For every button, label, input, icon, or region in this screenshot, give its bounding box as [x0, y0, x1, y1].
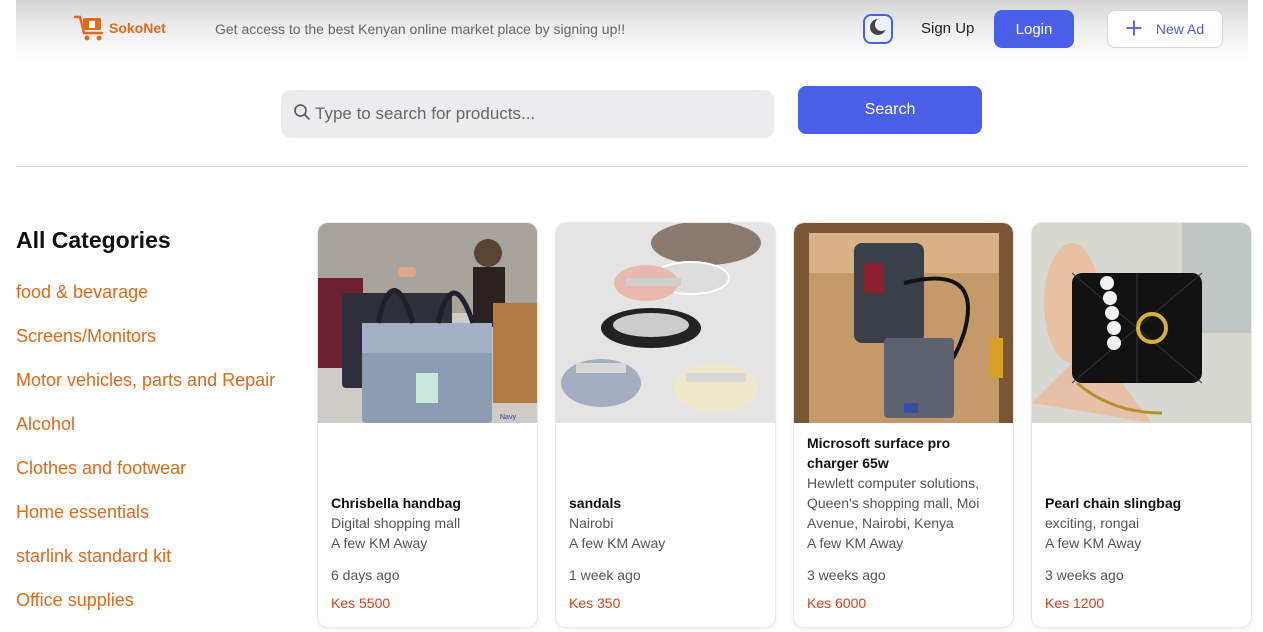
category-item[interactable]: Office supplies	[16, 590, 275, 632]
logo[interactable]: SokoNet	[73, 14, 166, 42]
category-item[interactable]: starlink standard kit	[16, 546, 275, 590]
product-location: exciting, rongai	[1045, 515, 1140, 531]
product-distance: A few KM Away	[1045, 535, 1142, 551]
product-location: Nairobi	[569, 515, 614, 531]
product-location: Hewlett computer solutions, Queen's shop…	[807, 475, 980, 531]
shopping-cart-icon	[73, 14, 108, 42]
category-list: food & bevarage Screens/Monitors Motor v…	[16, 282, 275, 632]
product-age: 1 week ago	[569, 567, 641, 583]
product-card[interactable]: sandals Nairobi A few KM Away 1 week ago…	[556, 223, 775, 627]
category-item[interactable]: Motor vehicles, parts and Repair	[16, 370, 275, 414]
image-caption: Navy	[500, 414, 516, 421]
top-header: SokoNet Get access to the best Kenyan on…	[16, 0, 1248, 60]
category-item[interactable]: Clothes and footwear	[16, 458, 275, 502]
product-name: sandals	[569, 495, 622, 511]
product-info: Chrisbella handbag Digital shopping mall…	[331, 493, 527, 613]
categories-title: All Categories	[16, 227, 171, 253]
plus-icon	[1125, 19, 1142, 39]
search-icon	[293, 103, 311, 126]
category-item[interactable]: Alcohol	[16, 414, 275, 458]
product-distance: A few KM Away	[331, 535, 428, 551]
category-item[interactable]: Screens/Monitors	[16, 326, 275, 370]
sign-up-link[interactable]: Sign Up	[921, 20, 974, 37]
product-age: 3 weeks ago	[1045, 567, 1124, 583]
product-name: Microsoft surface pro charger 65w	[807, 435, 951, 471]
moon-icon	[868, 17, 888, 42]
product-grid: Navy Chrisbella handbag Digital shopping…	[318, 223, 1251, 627]
category-item[interactable]: food & bevarage	[16, 282, 275, 326]
product-info: Pearl chain slingbag exciting, rongai A …	[1045, 493, 1241, 613]
search-bar[interactable]	[281, 90, 774, 138]
header-tagline: Get access to the best Kenyan online mar…	[215, 21, 626, 37]
product-image	[794, 223, 1013, 423]
product-info: sandals Nairobi A few KM Away 1 week ago…	[569, 493, 765, 613]
product-price: Kes 350	[569, 595, 621, 611]
product-location: Digital shopping mall	[331, 515, 461, 531]
category-item[interactable]: Home essentials	[16, 502, 275, 546]
product-card[interactable]: Microsoft surface pro charger 65w Hewlet…	[794, 223, 1013, 627]
search-button[interactable]: Search	[798, 86, 982, 134]
product-image	[556, 223, 775, 423]
login-button[interactable]: Login	[994, 10, 1074, 48]
product-info: Microsoft surface pro charger 65w Hewlet…	[807, 433, 1003, 613]
product-image	[1032, 223, 1251, 423]
product-price: Kes 1200	[1045, 595, 1105, 611]
new-ad-label: New Ad	[1155, 21, 1205, 37]
product-price: Kes 6000	[807, 595, 867, 611]
product-card[interactable]: Navy Chrisbella handbag Digital shopping…	[318, 223, 537, 627]
product-image: Navy	[318, 223, 537, 423]
product-age: 3 weeks ago	[807, 567, 886, 583]
product-price: Kes 5500	[331, 595, 391, 611]
product-name: Pearl chain slingbag	[1045, 495, 1182, 511]
new-ad-button[interactable]: New Ad	[1107, 10, 1223, 48]
search-input[interactable]	[315, 104, 755, 124]
product-card[interactable]: Pearl chain slingbag exciting, rongai A …	[1032, 223, 1251, 627]
theme-toggle-button[interactable]	[863, 14, 893, 44]
product-distance: A few KM Away	[807, 535, 904, 551]
logo-text: SokoNet	[109, 20, 166, 36]
product-age: 6 days ago	[331, 567, 400, 583]
divider	[16, 166, 1248, 167]
product-name: Chrisbella handbag	[331, 495, 461, 511]
product-distance: A few KM Away	[569, 535, 666, 551]
